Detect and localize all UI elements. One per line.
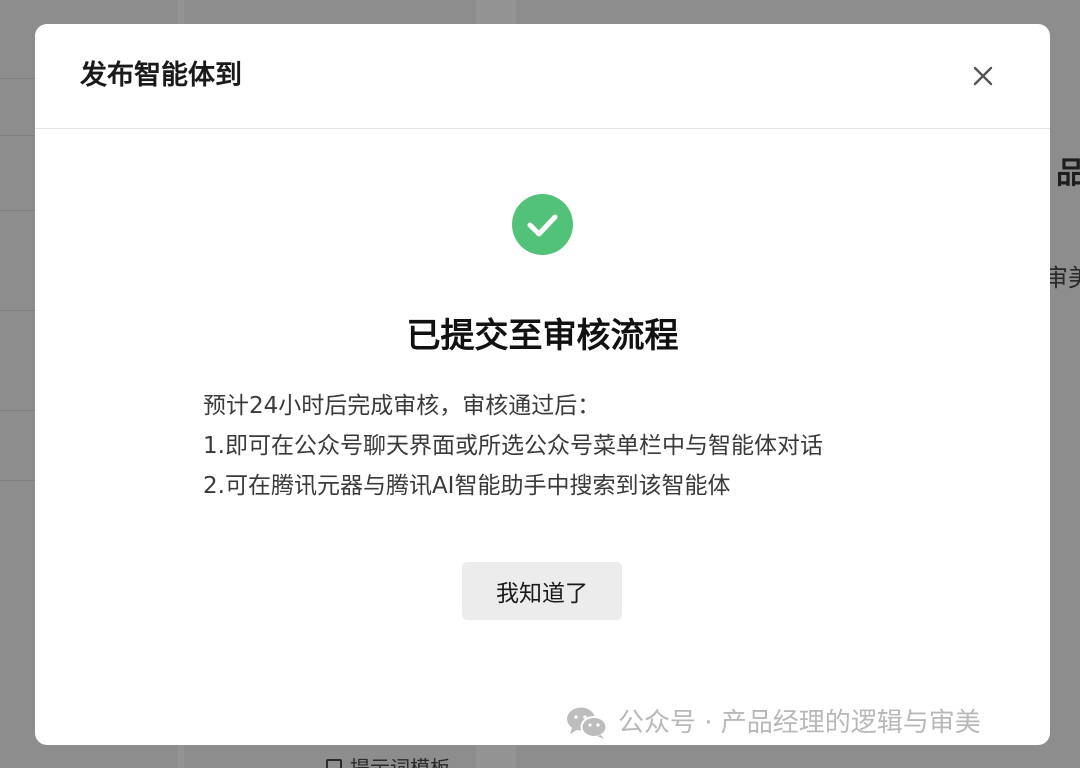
background-row-line bbox=[0, 310, 36, 311]
background-row-line bbox=[0, 210, 36, 211]
dialog-title: 发布智能体到 bbox=[80, 60, 242, 91]
close-icon bbox=[973, 66, 993, 86]
background-row-line bbox=[0, 410, 36, 411]
template-icon bbox=[326, 758, 342, 768]
background-row-line bbox=[0, 78, 36, 79]
got-it-button[interactable]: 我知道了 bbox=[462, 562, 622, 620]
wechat-icon bbox=[567, 707, 608, 739]
review-description: 预计24小时后完成审核，审核通过后： 1.即可在公众号聊天界面或所选公众号菜单栏… bbox=[203, 386, 983, 506]
background-heading-fragment: 品 bbox=[1056, 156, 1080, 191]
description-line: 预计24小时后完成审核，审核通过后： bbox=[203, 393, 601, 419]
background-row-line bbox=[0, 480, 36, 481]
prompt-template-link[interactable]: 提示词模板 bbox=[326, 752, 450, 768]
description-line: 1.即可在公众号聊天界面或所选公众号菜单栏中与智能体对话 bbox=[203, 433, 823, 459]
check-circle-icon bbox=[512, 194, 573, 255]
dialog-header: 发布智能体到 bbox=[35, 24, 1050, 129]
description-line: 2.可在腾讯元器与腾讯AI智能助手中搜索到该智能体 bbox=[203, 473, 731, 499]
result-title: 已提交至审核流程 bbox=[406, 316, 679, 356]
close-button[interactable] bbox=[965, 58, 1001, 94]
background-row-line bbox=[0, 135, 36, 136]
watermark: 公众号 · 产品经理的逻辑与审美 bbox=[566, 703, 981, 743]
watermark-text: 公众号 · 产品经理的逻辑与审美 bbox=[618, 708, 981, 738]
publish-agent-dialog: 发布智能体到 已提交至审核流程 预计24小时后完成审核，审核通过后： 1.即可在… bbox=[35, 24, 1050, 745]
prompt-template-label: 提示词模板 bbox=[350, 756, 450, 768]
